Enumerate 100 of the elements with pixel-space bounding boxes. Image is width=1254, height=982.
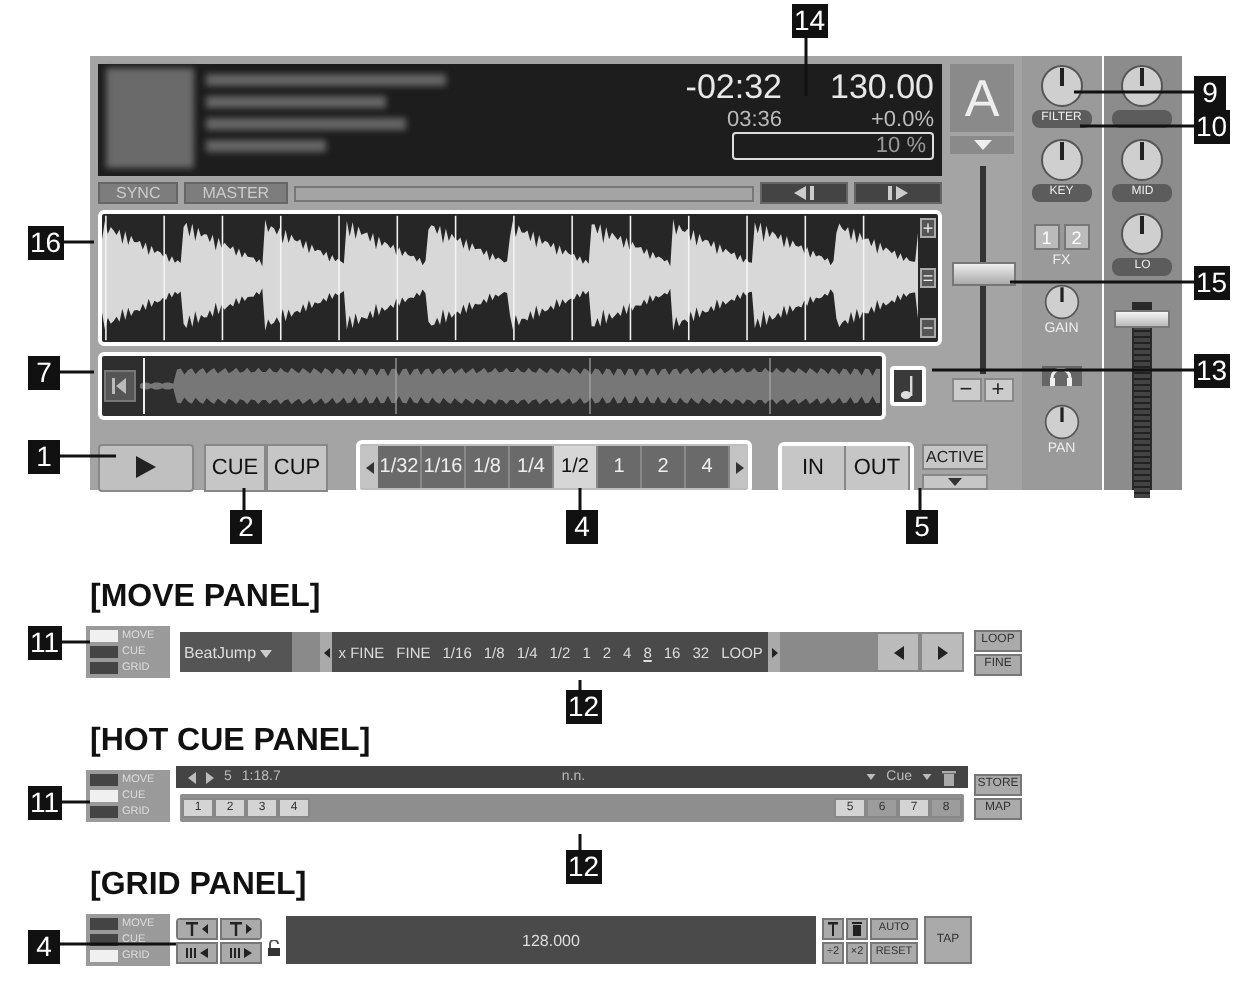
lock-icon[interactable]	[268, 940, 280, 956]
marker-left-icon	[186, 921, 208, 935]
loop-active-button[interactable]: ACTIVE	[922, 444, 988, 470]
loop-left-button[interactable]	[360, 446, 378, 488]
grid-marker-left-button[interactable]	[176, 917, 218, 939]
waveform-drawing[interactable]	[102, 214, 918, 342]
left-arrow-icon	[323, 647, 330, 657]
caret-icon[interactable]	[922, 774, 932, 780]
callout-number: 13	[1194, 354, 1230, 388]
bpm-display: 130.00	[828, 68, 934, 108]
set-grid-marker-button[interactable]	[822, 917, 844, 939]
marker-right-icon	[230, 921, 252, 935]
right-arrow-icon	[771, 647, 778, 657]
cover-art-placeholder	[106, 68, 194, 168]
move-back-button[interactable]	[876, 632, 920, 672]
channel-fader-handle[interactable]	[1114, 310, 1171, 329]
trash-icon	[852, 921, 862, 935]
leader-line	[242, 486, 246, 512]
grid-left-icon	[186, 947, 208, 957]
headphones-icon	[1050, 367, 1073, 385]
loop-out-button[interactable]: OUT	[846, 445, 910, 489]
grid-shift-right-button[interactable]	[220, 941, 262, 963]
right-arrow-icon[interactable]	[206, 771, 214, 783]
grid-shift-left-button[interactable]	[176, 941, 218, 963]
leader-line	[578, 678, 582, 692]
left-arrow-icon[interactable]	[188, 771, 196, 783]
overview-waveform[interactable]	[98, 352, 886, 420]
loop-size-button[interactable]: 2	[642, 446, 686, 488]
leader-line	[578, 832, 582, 852]
callout-number: 7	[28, 356, 60, 390]
tempo-fader-handle[interactable]	[951, 262, 1015, 286]
tempo-nudge-button[interactable]: −	[951, 378, 981, 402]
callout-number: 5	[906, 510, 938, 544]
loop-size-button[interactable]: 1/4	[510, 446, 554, 488]
zoom-button[interactable]: =	[920, 268, 936, 288]
skip-forward-icon	[886, 186, 910, 200]
grid-right-icon	[230, 947, 252, 957]
skip-start-icon	[112, 378, 128, 394]
grid-marker-right-button[interactable]	[220, 917, 262, 939]
leader-line	[54, 370, 96, 374]
knob-icon[interactable]	[1120, 64, 1165, 108]
loop-size-button[interactable]: 1/16	[422, 446, 466, 488]
play-button[interactable]	[98, 443, 194, 491]
zoom-button[interactable]: −	[920, 318, 936, 338]
callout-number: 11	[28, 626, 62, 660]
delete-grid-marker-button[interactable]	[846, 917, 868, 939]
loop-in-button[interactable]: IN	[782, 445, 846, 489]
knob-icon[interactable]	[1043, 284, 1080, 320]
grid-tempo: 128.000	[522, 931, 580, 949]
beatjump-back-button[interactable]	[760, 182, 848, 204]
loop-menu-button[interactable]	[922, 474, 988, 490]
callout-number: 12	[566, 690, 602, 724]
callout-number: 11	[28, 786, 62, 820]
knob-icon[interactable]	[1039, 64, 1084, 108]
marker-icon	[828, 921, 838, 935]
cue-button[interactable]: CUP	[266, 443, 328, 491]
caret-icon	[973, 140, 991, 150]
loop-right-button[interactable]	[730, 446, 748, 488]
knob-icon[interactable]	[1120, 212, 1165, 256]
callout-number: 4	[28, 930, 60, 964]
knob-icon[interactable]	[1043, 404, 1080, 440]
deck-menu-button[interactable]	[950, 136, 1014, 154]
tempo-offset: +0.0%	[869, 108, 934, 132]
move-forward-button[interactable]	[920, 632, 964, 672]
size-left-button[interactable]	[320, 632, 333, 672]
callout-number: 10	[1194, 110, 1230, 144]
callout-number: 12	[566, 850, 602, 884]
beat-grid-button[interactable]	[890, 366, 926, 406]
caret-icon	[948, 478, 962, 486]
section-heading: [MOVE PANEL]	[90, 578, 323, 618]
left-arrow-icon	[893, 645, 903, 659]
trash-icon[interactable]	[942, 769, 956, 785]
track-length: 03:36	[726, 108, 782, 132]
callout-number: 4	[566, 510, 598, 544]
deck-letter: A	[950, 64, 1014, 132]
tempo-range: 10 %	[732, 132, 934, 160]
beatjump-forward-button[interactable]	[854, 182, 942, 204]
loop-size-button[interactable]: 1/2	[554, 446, 598, 488]
leader-line	[54, 942, 178, 946]
tempo-nudge-button[interactable]: +	[983, 378, 1013, 402]
zoom-button[interactable]: +	[920, 218, 936, 238]
left-arrow-icon	[365, 461, 373, 473]
caret-icon[interactable]	[866, 774, 877, 780]
cue-button[interactable]: CUE	[204, 443, 266, 491]
jump-to-start-button[interactable]	[104, 370, 136, 402]
callout-number: 16	[28, 226, 64, 260]
loop-size-button[interactable]: 4	[686, 446, 730, 488]
size-right-button[interactable]	[768, 632, 781, 672]
move-mode-dropdown[interactable]: BeatJump	[180, 632, 293, 672]
right-arrow-icon	[735, 461, 743, 473]
loop-size-button[interactable]: 1	[598, 446, 642, 488]
knob-icon[interactable]	[1120, 138, 1165, 182]
loop-size-button[interactable]: 1/32	[378, 446, 422, 488]
knob-icon[interactable]	[1039, 138, 1084, 182]
headphone-cue-button[interactable]	[1039, 364, 1084, 388]
play-icon	[136, 456, 156, 478]
leader-line	[54, 454, 118, 458]
loop-size-button[interactable]: 1/8	[466, 446, 510, 488]
callout-number: 2	[230, 510, 262, 544]
section-heading: [HOT CUE PANEL]	[90, 722, 373, 762]
